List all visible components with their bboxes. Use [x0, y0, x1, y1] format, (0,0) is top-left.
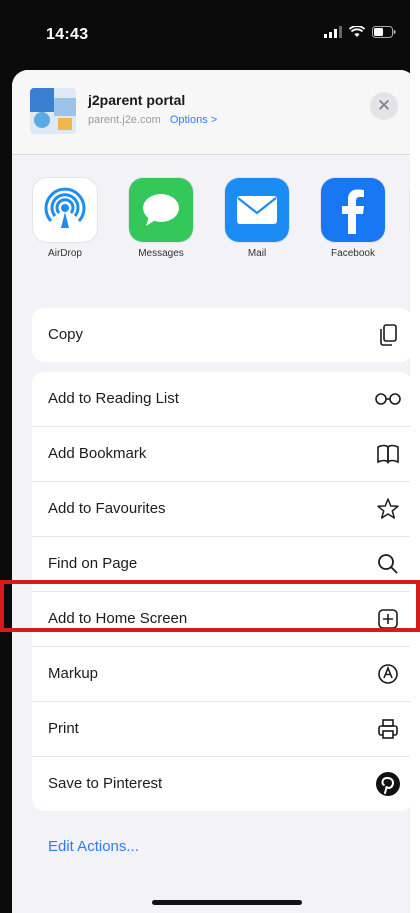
app-label: Facebook: [331, 248, 375, 259]
airdrop-icon: [33, 178, 97, 242]
share-header: j2parent portal parent.j2e.com Options >…: [12, 70, 410, 155]
actions-group-copy: Copy: [32, 308, 410, 362]
actions-group-main: Add to Reading List Add Bookmark Add to …: [32, 372, 410, 811]
options-link[interactable]: Options >: [170, 114, 217, 126]
pinterest-icon: [374, 770, 402, 798]
action-add-to-home-screen[interactable]: Add to Home Screen: [32, 592, 410, 647]
site-subtitle: parent.j2e.com Options >: [88, 114, 217, 126]
app-mail[interactable]: Mail: [222, 178, 292, 259]
star-icon: [374, 495, 402, 523]
facebook-icon: [321, 178, 385, 242]
action-label: Find on Page: [48, 555, 138, 572]
share-apps-row: AirDrop Messages Mail Facebook: [12, 178, 410, 278]
site-url: parent.j2e.com: [88, 114, 161, 126]
action-add-bookmark[interactable]: Add Bookmark: [32, 427, 410, 482]
markup-icon: [374, 660, 402, 688]
action-copy[interactable]: Copy: [32, 308, 410, 362]
battery-icon: [372, 26, 396, 38]
action-add-to-favourites[interactable]: Add to Favourites: [32, 482, 410, 537]
app-messages[interactable]: Messages: [126, 178, 196, 259]
add-square-icon: [374, 605, 402, 633]
action-add-to-reading-list[interactable]: Add to Reading List: [32, 372, 410, 427]
site-title: j2parent portal: [88, 92, 186, 108]
site-thumbnail: [30, 88, 76, 134]
app-label: AirDrop: [48, 248, 82, 259]
action-print[interactable]: Print: [32, 702, 410, 757]
action-find-on-page[interactable]: Find on Page: [32, 537, 410, 592]
status-time: 14:43: [46, 26, 89, 43]
share-sheet: j2parent portal parent.j2e.com Options >…: [12, 70, 410, 913]
action-save-to-pinterest[interactable]: Save to Pinterest: [32, 757, 410, 811]
status-icons: [324, 26, 396, 38]
glasses-icon: [374, 385, 402, 413]
book-icon: [374, 440, 402, 468]
home-indicator: [152, 900, 302, 905]
search-icon: [374, 550, 402, 578]
action-label: Add Bookmark: [48, 445, 147, 462]
app-label: Mail: [247, 248, 267, 259]
close-button[interactable]: ✕: [370, 92, 398, 120]
action-markup[interactable]: Markup: [32, 647, 410, 702]
phone-screen: 14:43 j2parent portal parent.j2e.com Opt…: [0, 0, 410, 913]
app-airdrop[interactable]: AirDrop: [30, 178, 100, 259]
action-label: Add to Favourites: [48, 500, 166, 517]
messages-icon: [129, 178, 193, 242]
action-label: Print: [48, 720, 79, 737]
app-facebook[interactable]: Facebook: [318, 178, 388, 259]
action-label: Save to Pinterest: [48, 775, 163, 792]
copy-icon: [374, 321, 402, 349]
action-label: Add to Reading List: [48, 390, 179, 407]
wifi-icon: [349, 26, 365, 37]
close-icon: ✕: [376, 96, 392, 115]
action-label: Markup: [48, 665, 99, 682]
action-label: Add to Home Screen: [48, 610, 188, 627]
edit-actions-link[interactable]: Edit Actions...: [48, 838, 139, 855]
status-bar: 14:43: [0, 0, 410, 70]
action-label: Copy: [48, 326, 84, 343]
signal-icon: [324, 26, 342, 38]
app-label: Messages: [138, 248, 184, 259]
mail-icon: [225, 178, 289, 242]
printer-icon: [374, 715, 402, 743]
